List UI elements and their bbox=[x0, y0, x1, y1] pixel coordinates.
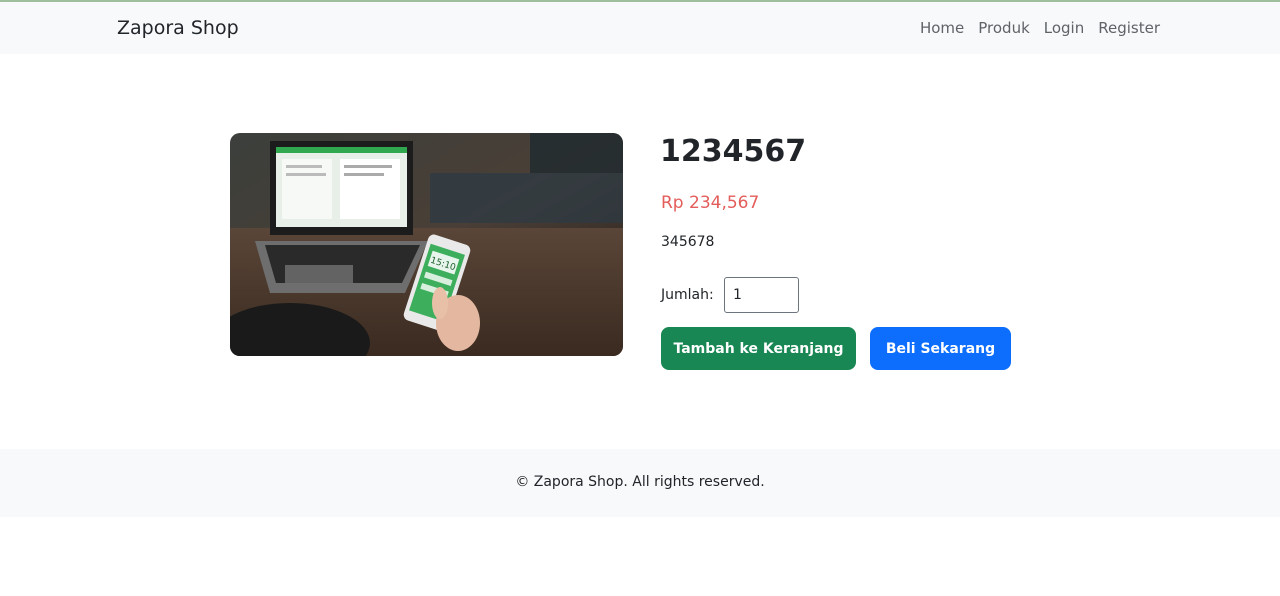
nav-register[interactable]: Register bbox=[1098, 19, 1160, 37]
product-description: 345678 bbox=[661, 234, 715, 250]
product-price: Rp 234,567 bbox=[661, 193, 760, 213]
brand-logo[interactable]: Zapora Shop bbox=[117, 17, 239, 39]
footer: © Zapora Shop. All rights reserved. bbox=[0, 449, 1280, 517]
product-title: 1234567 bbox=[660, 134, 807, 169]
navbar: Zapora Shop Home Produk Login Register bbox=[0, 2, 1280, 54]
nav-produk[interactable]: Produk bbox=[978, 19, 1030, 37]
buy-now-button[interactable]: Beli Sekarang bbox=[870, 327, 1011, 370]
product-image: 15:10 bbox=[230, 133, 623, 356]
nav-login[interactable]: Login bbox=[1044, 19, 1084, 37]
laptop-phone-photo: 15:10 bbox=[230, 133, 623, 356]
footer-copyright: © Zapora Shop. All rights reserved. bbox=[515, 474, 765, 490]
quantity-label: Jumlah: bbox=[661, 287, 714, 303]
nav-links: Home Produk Login Register bbox=[920, 19, 1160, 37]
quantity-input[interactable] bbox=[724, 277, 799, 313]
add-to-cart-button[interactable]: Tambah ke Keranjang bbox=[661, 327, 856, 370]
nav-home[interactable]: Home bbox=[920, 19, 964, 37]
